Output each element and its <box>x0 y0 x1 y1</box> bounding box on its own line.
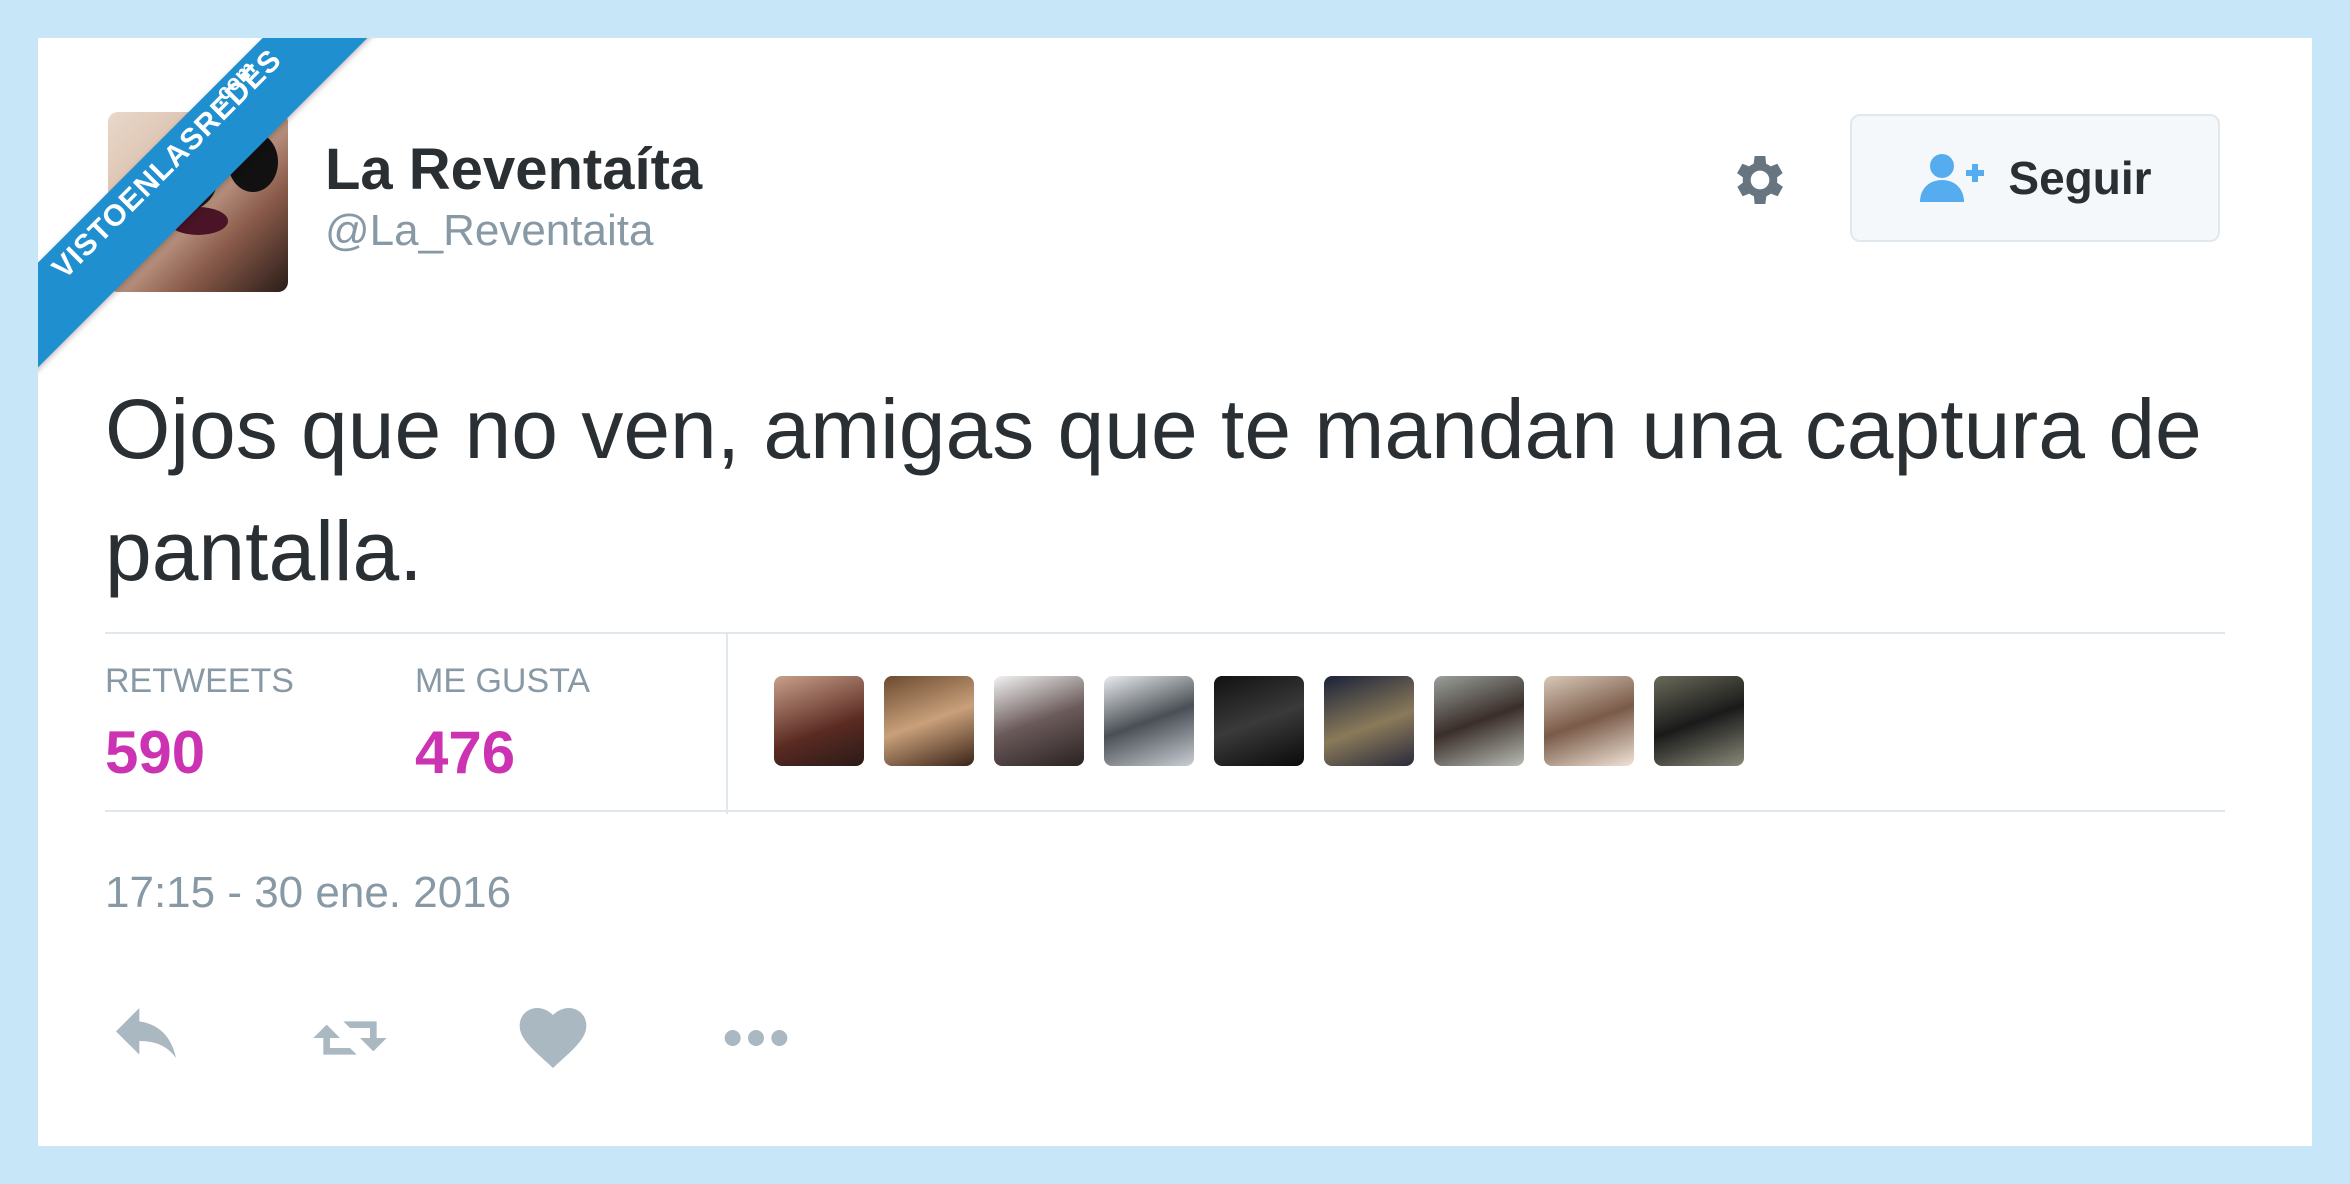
liker-avatar[interactable] <box>1434 676 1524 766</box>
liker-avatar[interactable] <box>1214 676 1304 766</box>
follow-button-label: Seguir <box>2008 152 2152 204</box>
stats-divider <box>726 634 728 814</box>
liker-avatar[interactable] <box>994 676 1084 766</box>
retweets-count[interactable]: 590 <box>105 718 205 787</box>
liker-avatar[interactable] <box>1104 676 1194 766</box>
liker-avatar[interactable] <box>1544 676 1634 766</box>
likes-label[interactable]: ME GUSTA <box>415 662 590 701</box>
retweet-icon[interactable] <box>310 998 390 1078</box>
liker-avatar[interactable] <box>1654 676 1744 766</box>
watermark-main: VISTOENLASREDES <box>45 42 289 286</box>
heart-icon[interactable] <box>513 998 593 1078</box>
liker-avatar[interactable] <box>884 676 974 766</box>
user-plus-icon <box>1920 154 1985 202</box>
display-name[interactable]: La Reventaíta <box>325 136 702 203</box>
tweet-card: .com VISTOENLASREDES La Reventaíta @La_R… <box>38 38 2312 1146</box>
liker-avatar[interactable] <box>1324 676 1414 766</box>
gear-icon[interactable] <box>1728 148 1792 212</box>
liker-avatars <box>774 676 1744 766</box>
retweets-label[interactable]: RETWEETS <box>105 662 294 701</box>
more-dots-icon[interactable] <box>716 998 796 1078</box>
follow-button[interactable]: Seguir <box>1850 114 2220 242</box>
reply-icon[interactable] <box>106 998 186 1078</box>
tweet-text: Ojos que no ven, amigas que te mandan un… <box>105 382 2202 598</box>
liker-avatar[interactable] <box>774 676 864 766</box>
divider-bottom <box>105 810 2225 812</box>
likes-count[interactable]: 476 <box>415 718 515 787</box>
tweet-timestamp[interactable]: 17:15 - 30 ene. 2016 <box>105 868 511 918</box>
divider-top <box>105 632 2225 634</box>
user-handle[interactable]: @La_Reventaita <box>325 206 653 256</box>
